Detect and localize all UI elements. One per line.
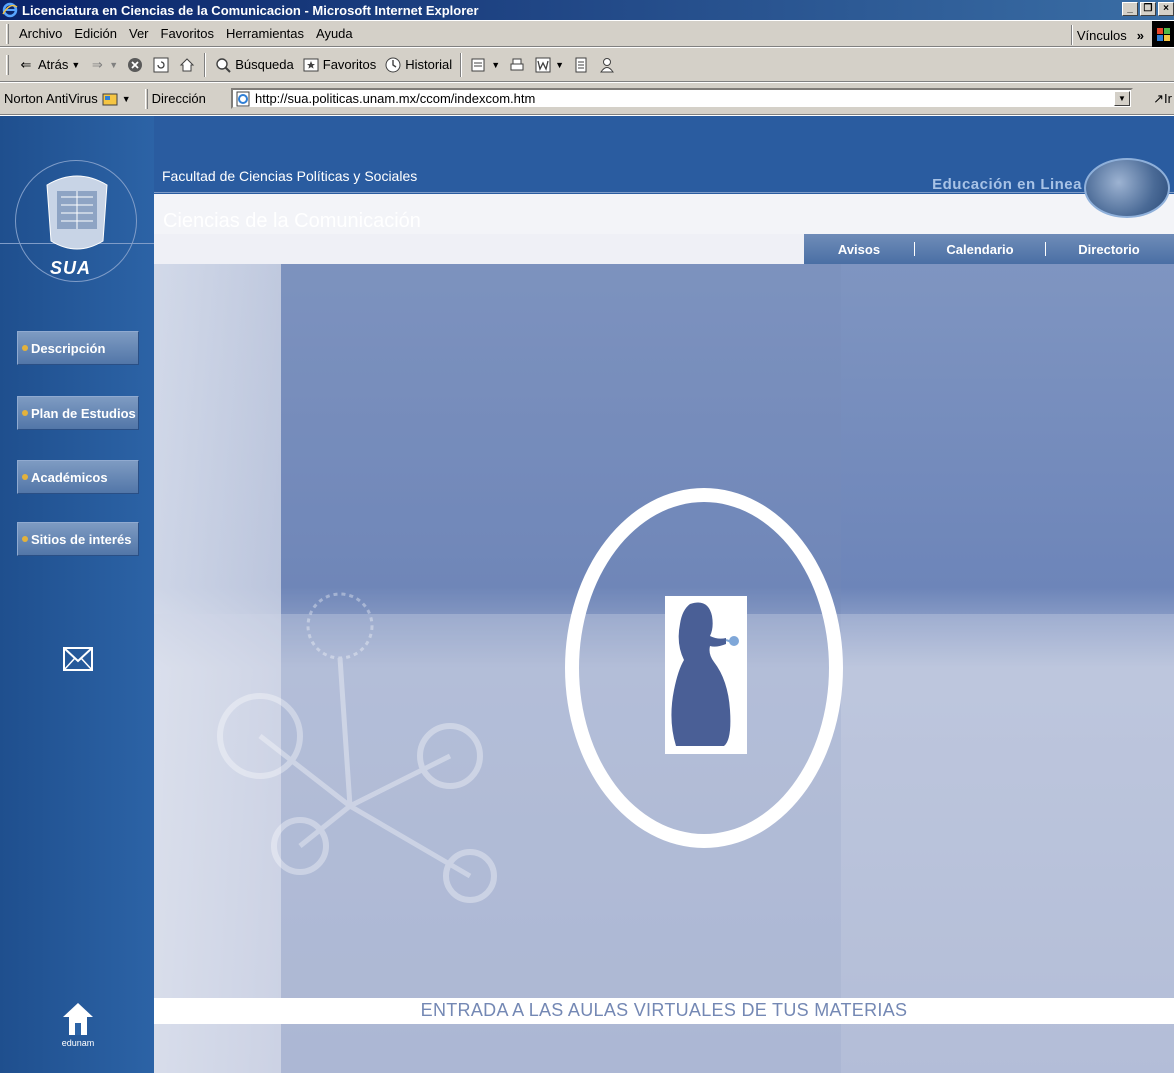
close-button[interactable]: × xyxy=(1158,2,1174,16)
sidebar-item-plan-de-estudios[interactable]: Plan de Estudios xyxy=(17,396,139,430)
menu-archivo[interactable]: Archivo xyxy=(13,26,68,41)
menu-edicion[interactable]: Edición xyxy=(68,26,123,41)
document-icon xyxy=(572,56,590,74)
word-icon xyxy=(534,56,552,74)
print-icon xyxy=(508,56,526,74)
history-icon xyxy=(384,56,402,74)
back-button[interactable]: ⇐ Atrás ▼ xyxy=(13,52,84,78)
stop-icon xyxy=(126,56,144,74)
students-photo xyxy=(1084,158,1170,218)
sua-logo: SUA xyxy=(50,258,91,279)
mail-toolbar-icon xyxy=(470,56,488,74)
minimize-button[interactable]: _ xyxy=(1122,2,1138,16)
speaker-silhouette-icon[interactable] xyxy=(668,600,744,750)
ie-logo-icon xyxy=(2,2,18,18)
sidebar-item-label: Sitios de interés xyxy=(31,531,132,547)
links-label[interactable]: Vínculos xyxy=(1077,28,1127,43)
tab-directorio[interactable]: Directorio xyxy=(1046,242,1172,257)
address-label: Dirección xyxy=(151,91,206,106)
search-button[interactable]: Búsqueda xyxy=(210,52,298,78)
virtual-classrooms-link[interactable]: ENTRADA A LAS AULAS VIRTUALES DE TUS MAT… xyxy=(154,1000,1174,1021)
home-button[interactable] xyxy=(174,52,200,78)
go-button[interactable]: ↗Ir xyxy=(1153,91,1172,107)
sidebar-item-academicos[interactable]: Académicos xyxy=(17,460,139,494)
favorites-label: Favoritos xyxy=(322,57,377,72)
refresh-icon xyxy=(152,56,170,74)
web-page: SUA Descripción Plan de Estudios Académi… xyxy=(0,116,1174,1073)
faculty-title: Facultad de Ciencias Políticas y Sociale… xyxy=(162,168,418,184)
discuss-button[interactable] xyxy=(568,52,594,78)
mail-button[interactable]: ▼ xyxy=(466,52,504,78)
bullet-icon xyxy=(22,474,28,480)
address-dropdown-icon[interactable]: ▼ xyxy=(1114,91,1130,106)
tab-calendario[interactable]: Calendario xyxy=(915,242,1045,257)
links-chevron[interactable]: » xyxy=(1137,28,1144,43)
menubar-grip[interactable] xyxy=(6,23,9,44)
top-nav: Avisos Calendario Directorio xyxy=(804,234,1174,264)
molecule-graphic xyxy=(217,592,497,903)
educacion-en-linea-label: Educación en Linea xyxy=(932,176,1082,193)
home-icon[interactable] xyxy=(62,1002,94,1036)
page-icon xyxy=(235,91,251,107)
print-button[interactable] xyxy=(504,52,530,78)
mail-dropdown-icon[interactable]: ▼ xyxy=(491,60,500,70)
sua-logo-text: SUA xyxy=(50,258,92,278)
go-arrow-icon: ↗ xyxy=(1153,91,1165,106)
messenger-button[interactable] xyxy=(594,52,620,78)
edit-dropdown-icon[interactable]: ▼ xyxy=(555,60,564,70)
mail-envelope-icon[interactable] xyxy=(63,647,93,671)
tab-avisos[interactable]: Avisos xyxy=(804,242,914,257)
sidebar-item-label: Descripción xyxy=(31,340,106,356)
history-label: Historial xyxy=(405,57,453,72)
window-title: Licenciatura en Ciencias de la Comunicac… xyxy=(22,2,479,18)
sidebar-item-label: Académicos xyxy=(31,469,108,485)
bullet-icon xyxy=(22,536,28,542)
norton-icon[interactable] xyxy=(102,90,120,108)
home-toolbar-icon xyxy=(178,56,196,74)
favorites-star-icon xyxy=(302,56,320,74)
menu-favoritos[interactable]: Favoritos xyxy=(155,26,220,41)
search-label: Búsqueda xyxy=(235,57,294,72)
menu-ver[interactable]: Ver xyxy=(123,26,155,41)
home-label[interactable]: edunam xyxy=(58,1038,98,1048)
sidebar-item-label: Plan de Estudios xyxy=(31,405,136,421)
links-bar[interactable]: Vínculos » xyxy=(1070,25,1144,45)
edit-button[interactable]: ▼ xyxy=(530,52,568,78)
unam-seal-icon xyxy=(46,175,108,250)
sidebar-item-sitios-de-interes[interactable]: Sitios de interés xyxy=(17,522,139,556)
back-arrow-icon: ⇐ xyxy=(20,56,32,72)
window-titlebar: Licenciatura en Ciencias de la Comunicac… xyxy=(0,0,1174,20)
history-button[interactable]: Historial xyxy=(380,52,456,78)
address-input[interactable]: http://sua.politicas.unam.mx/ccom/indexc… xyxy=(231,88,1133,109)
back-dropdown-icon[interactable]: ▼ xyxy=(71,60,80,70)
address-url[interactable]: http://sua.politicas.unam.mx/ccom/indexc… xyxy=(255,91,535,106)
forward-button[interactable]: ⇒ ▼ xyxy=(84,52,122,78)
back-label: Atrás xyxy=(38,57,69,72)
stop-button[interactable] xyxy=(122,52,148,78)
maximize-button[interactable]: ❐ xyxy=(1140,2,1156,16)
norton-dropdown-icon[interactable]: ▼ xyxy=(122,94,131,104)
page-title: Ciencias de la Comunicación xyxy=(163,210,421,232)
favorites-button[interactable]: Favoritos xyxy=(298,52,380,78)
windows-logo-icon xyxy=(1152,21,1174,48)
forward-dropdown-icon[interactable]: ▼ xyxy=(109,60,118,70)
menu-herramientas[interactable]: Herramientas xyxy=(220,26,310,41)
messenger-person-icon xyxy=(598,56,616,74)
search-icon xyxy=(214,56,232,74)
forward-arrow-icon: ⇒ xyxy=(91,56,103,72)
toolbar-grip[interactable] xyxy=(6,54,9,75)
menu-bar: Archivo Edición Ver Favoritos Herramient… xyxy=(0,20,1174,48)
bullet-icon xyxy=(22,345,28,351)
bullet-icon xyxy=(22,410,28,416)
sidebar-item-descripcion[interactable]: Descripción xyxy=(17,331,139,365)
addressbar-grip[interactable] xyxy=(144,88,148,109)
menu-ayuda[interactable]: Ayuda xyxy=(310,26,359,41)
standard-toolbar: ⇐ Atrás ▼ ⇒ ▼ Búsqueda Favoritos Histori… xyxy=(0,47,1174,82)
address-bar: Norton AntiVirus ▼ Dirección http://sua.… xyxy=(0,82,1174,115)
refresh-button[interactable] xyxy=(148,52,174,78)
norton-label[interactable]: Norton AntiVirus xyxy=(4,91,98,106)
